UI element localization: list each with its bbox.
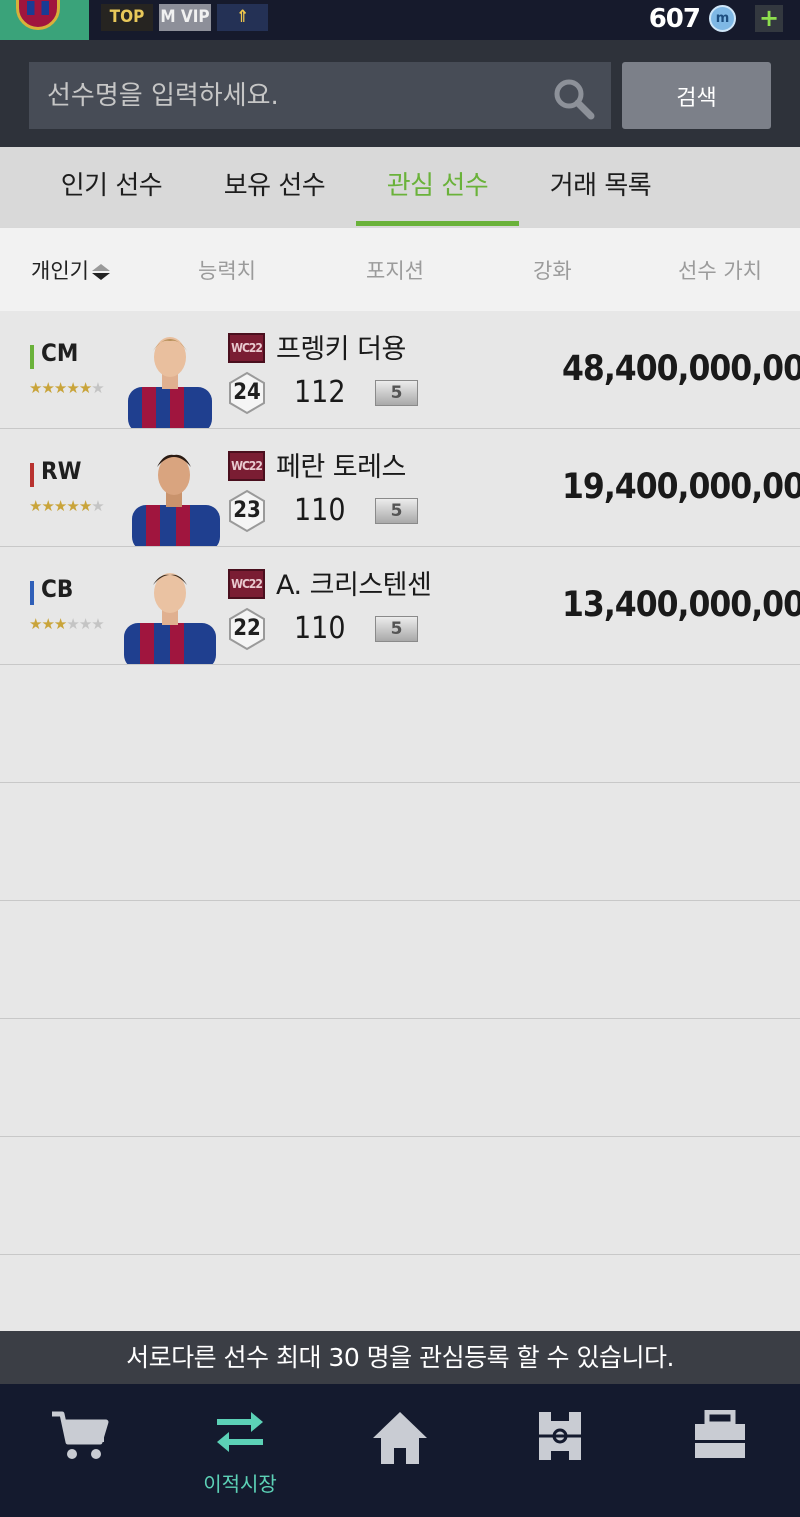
search-bar: 검색 (0, 40, 800, 147)
player-salary: 24 (233, 380, 261, 405)
tab-owned-players[interactable]: 보유 선수 (193, 147, 356, 228)
star-empty-icon: ★ (91, 497, 104, 515)
star-filled-icon: ★ (29, 615, 42, 633)
sort-enhance[interactable]: 강화 (533, 228, 572, 314)
star-filled-icon: ★ (29, 497, 42, 515)
upgrade-level: 5 (375, 498, 418, 524)
club-badge[interactable] (0, 0, 89, 40)
player-list: CM ★★★★★★ WC22 프렝키 더용 24 112 5 48,400,00… (0, 311, 800, 1255)
search-icon[interactable] (551, 76, 595, 120)
player-name: 페란 토레스 (276, 452, 406, 483)
coin-balance: 607 (648, 4, 701, 34)
star-empty-icon: ★ (91, 615, 104, 633)
star-filled-icon: ★ (78, 379, 92, 397)
player-row[interactable]: RW ★★★★★★ WC22 페란 토레스 23 110 5 19,400,00… (0, 429, 800, 547)
player-position: CM (41, 339, 79, 367)
season-badge: WC22 (228, 333, 265, 363)
star-filled-icon: ★ (41, 379, 54, 397)
sort-position[interactable]: 포지션 (366, 228, 424, 314)
player-value: 13,400,000,000 (562, 585, 800, 625)
player-name: A. 크리스텐센 (276, 570, 432, 601)
star-filled-icon: ★ (53, 379, 67, 397)
tab-watchlist-players[interactable]: 관심 선수 (356, 147, 519, 228)
star-filled-icon: ★ (53, 497, 67, 515)
star-filled-icon: ★ (29, 379, 42, 397)
player-salary: 22 (233, 616, 261, 641)
nav-transfer-market[interactable]: 이적시장 (160, 1384, 320, 1517)
skill-stars: ★★★★★★ (29, 379, 105, 397)
star-filled-icon: ★ (66, 497, 79, 515)
upgrade-level: 5 (375, 616, 418, 642)
star-filled-icon: ★ (78, 497, 92, 515)
transfer-icon (217, 1412, 263, 1452)
star-filled-icon: ★ (53, 615, 67, 633)
empty-slot-row (0, 1137, 800, 1255)
position-color-bar (30, 345, 34, 369)
rank-up-icon: ⇑ (217, 4, 268, 31)
bottom-navigation: 이적시장 (0, 1384, 800, 1517)
player-row[interactable]: CB ★★★★★★ WC22 A. 크리스텐센 22 110 5 13,400,… (0, 547, 800, 665)
player-value: 19,400,000,000 (562, 467, 800, 507)
sort-toggle-icon (91, 264, 110, 280)
player-ovr: 110 (294, 493, 346, 528)
player-name: 프렝키 더용 (276, 334, 406, 365)
watchlist-limit-notice: 서로다른 선수 최대 30 명을 관심등록 할 수 있습니다. (0, 1331, 800, 1384)
club-crest-icon (16, 0, 60, 30)
player-portrait (132, 454, 220, 546)
star-empty-icon: ★ (78, 615, 92, 633)
player-position: RW (41, 457, 82, 485)
home-icon (373, 1412, 427, 1464)
tab-bar: 인기 선수 보유 선수 관심 선수 거래 목록 (0, 147, 800, 228)
status-bar: TOP M VIP ⇑ 607 m + (0, 0, 800, 40)
star-empty-icon: ★ (66, 615, 79, 633)
cart-icon (52, 1411, 109, 1459)
sort-ability[interactable]: 능력치 (198, 228, 256, 314)
tab-trade-list[interactable]: 거래 목록 (519, 147, 682, 228)
nav-transfer-market-label: 이적시장 (203, 1472, 277, 1496)
sort-popularity-label: 개인기 (31, 259, 89, 283)
top-badge: TOP (101, 4, 153, 31)
sort-popularity[interactable]: 개인기 (31, 228, 111, 314)
search-input[interactable] (29, 62, 611, 129)
player-row[interactable]: CM ★★★★★★ WC22 프렝키 더용 24 112 5 48,400,00… (0, 311, 800, 429)
tab-popular-players[interactable]: 인기 선수 (30, 147, 193, 228)
position-color-bar (30, 463, 34, 487)
nav-storage[interactable] (640, 1384, 800, 1517)
player-value: 48,400,000,000 (562, 349, 800, 389)
star-filled-icon: ★ (66, 379, 79, 397)
player-salary: 23 (233, 498, 261, 523)
position-color-bar (30, 581, 34, 605)
player-ovr: 110 (294, 611, 346, 646)
upgrade-level: 5 (375, 380, 418, 406)
sort-value[interactable]: 선수 가치 (678, 228, 762, 314)
star-filled-icon: ★ (41, 497, 54, 515)
player-position: CB (41, 575, 74, 603)
skill-stars: ★★★★★★ (29, 615, 105, 633)
player-ovr: 112 (294, 375, 346, 410)
star-filled-icon: ★ (41, 615, 54, 633)
briefcase-icon (695, 1410, 745, 1458)
empty-slot-row (0, 1019, 800, 1137)
empty-slot-row (0, 783, 800, 901)
add-coins-button[interactable]: + (755, 5, 783, 32)
column-header: 개인기 능력치 포지션 강화 선수 가치 (0, 228, 800, 311)
empty-slot-row (0, 901, 800, 1019)
player-portrait (124, 573, 216, 664)
nav-squad[interactable] (480, 1384, 640, 1517)
search-button[interactable]: 검색 (622, 62, 771, 129)
formation-icon (539, 1412, 581, 1460)
coin-icon: m (709, 5, 736, 32)
skill-stars: ★★★★★★ (29, 497, 105, 515)
nav-home[interactable] (320, 1384, 480, 1517)
vip-badge: M VIP (159, 4, 211, 31)
season-badge: WC22 (228, 451, 265, 481)
star-empty-icon: ★ (91, 379, 104, 397)
nav-shop[interactable] (0, 1384, 160, 1517)
empty-slot-row (0, 665, 800, 783)
season-badge: WC22 (228, 569, 265, 599)
player-portrait (128, 337, 212, 428)
